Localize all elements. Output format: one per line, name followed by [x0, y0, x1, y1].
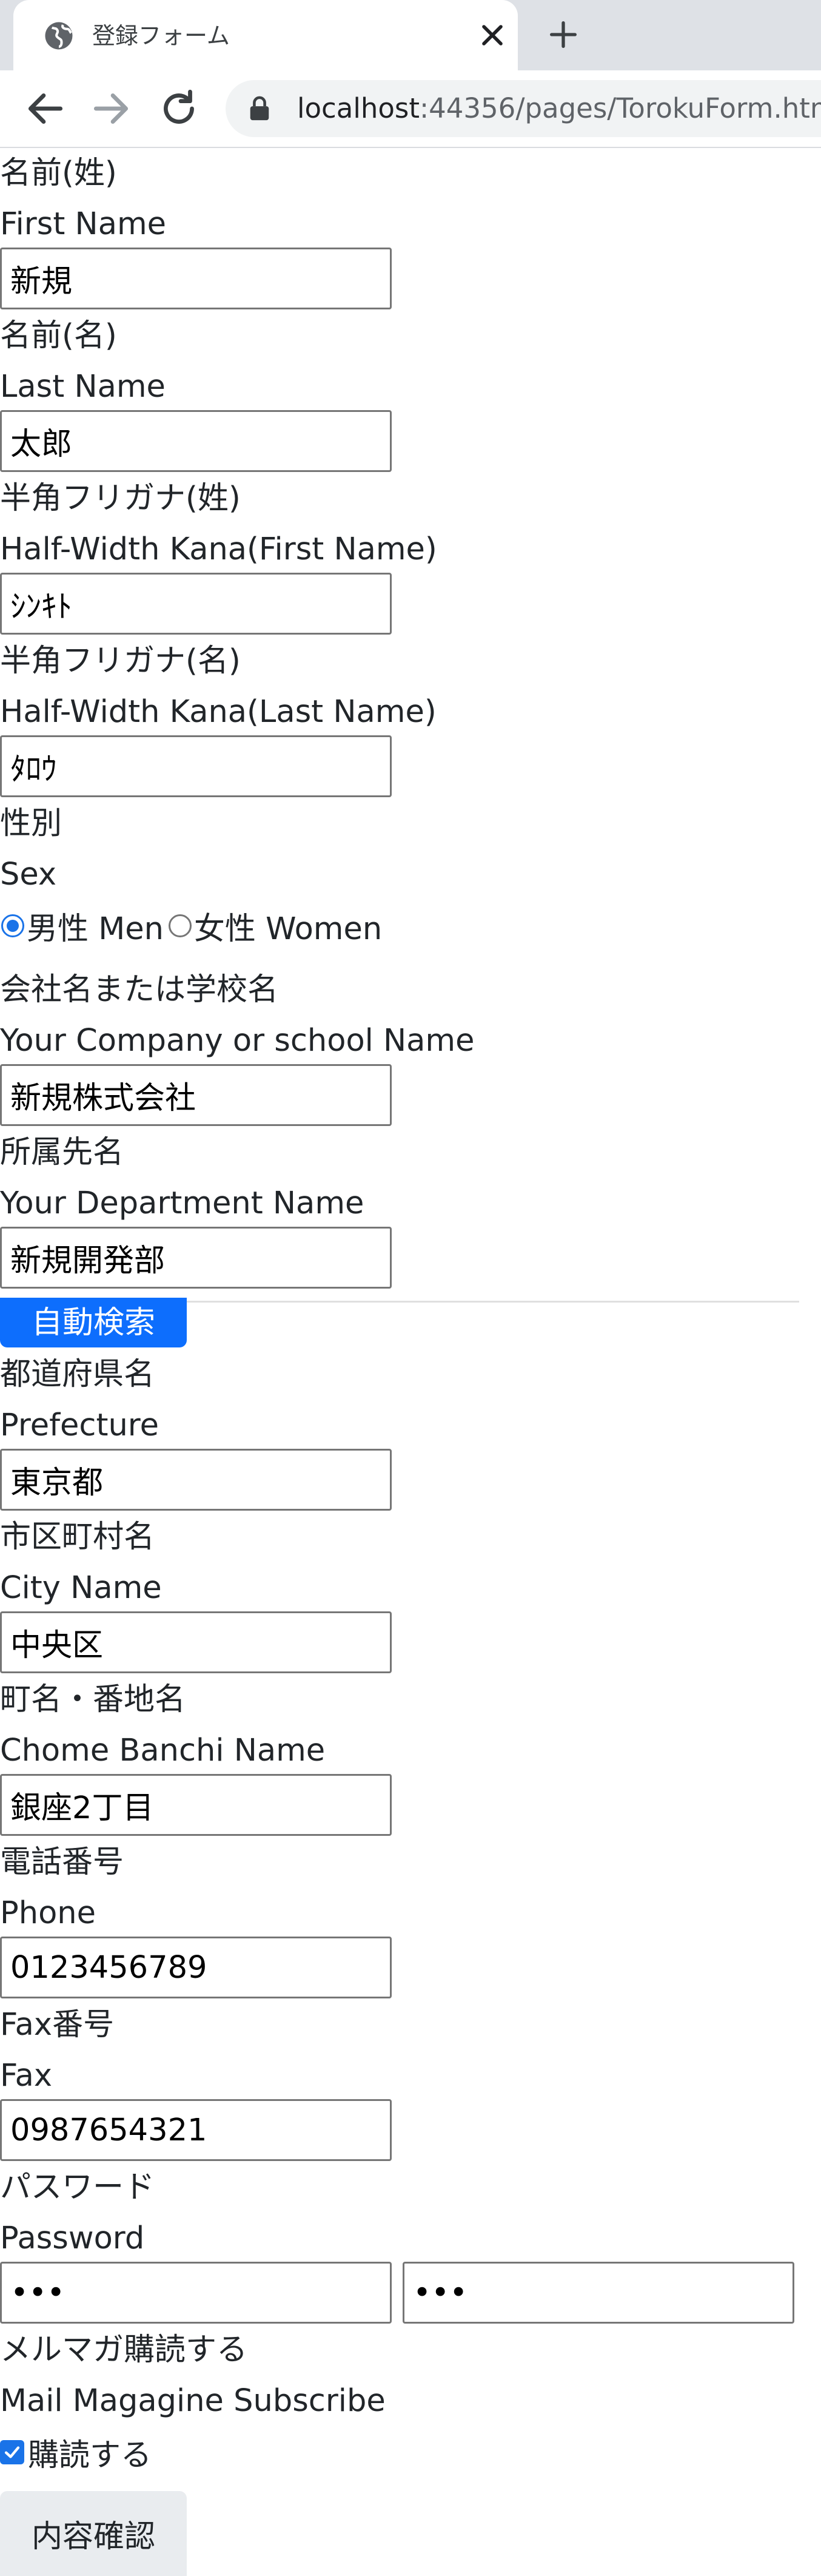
newsletter-label-ja: メルマガ購読する: [0, 2332, 248, 2368]
last-name-label-ja: 名前(名): [0, 318, 117, 354]
department-input[interactable]: [0, 1227, 392, 1289]
close-icon[interactable]: [475, 18, 509, 52]
fax-input[interactable]: [0, 2099, 392, 2161]
kana-first-input[interactable]: [0, 573, 392, 635]
company-label-en: Your Company or school Name: [0, 1023, 475, 1059]
chome-label-ja: 町名・番地名: [0, 1682, 186, 1718]
phone-label-ja: 電話番号: [0, 1844, 124, 1880]
department-label-ja: 所属先名: [0, 1135, 124, 1170]
password-label-ja: パスワード: [0, 2170, 155, 2205]
new-tab-icon[interactable]: [546, 17, 581, 52]
fax-label-ja: Fax番号: [0, 2007, 115, 2043]
fax-label-en: Fax: [0, 2058, 53, 2094]
password-input[interactable]: [0, 2262, 392, 2324]
chome-label-en: Chome Banchi Name: [0, 1733, 326, 1768]
newsletter-checkbox-label: 購読する: [28, 2438, 152, 2473]
newsletter-checkbox-row: 購読する: [0, 2427, 152, 2478]
male-radio[interactable]: [1, 914, 24, 937]
female-radio[interactable]: [168, 914, 192, 937]
tab-title: 登録フォーム: [92, 22, 230, 49]
kana-first-label-ja: 半角フリガナ(姓): [0, 480, 241, 516]
sex-radio-group: 男性 Men 女性 Women: [0, 900, 382, 951]
url-text: localhost:44356/pages/TorokuForm.html: [297, 80, 821, 137]
checkmark-icon: [4, 2446, 20, 2458]
back-arrow-icon[interactable]: [23, 86, 68, 131]
company-label-ja: 会社名または学校名: [0, 972, 279, 1008]
city-label-ja: 市区町村名: [0, 1519, 155, 1555]
first-name-label-ja: 名前(姓): [0, 155, 117, 191]
password-label-en: Password: [0, 2220, 145, 2256]
city-label-en: City Name: [0, 1570, 162, 1606]
phone-input[interactable]: [0, 1937, 392, 1998]
lock-icon: [250, 96, 269, 121]
browser-tab[interactable]: 登録フォーム: [13, 0, 518, 70]
kana-first-label-en: Half-Width Kana(First Name): [0, 531, 437, 567]
address-bar[interactable]: localhost:44356/pages/TorokuForm.html: [226, 80, 821, 137]
globe-icon: [45, 22, 73, 50]
reload-icon[interactable]: [156, 86, 201, 131]
newsletter-checkbox[interactable]: [0, 2440, 24, 2464]
city-input[interactable]: [0, 1611, 392, 1673]
newsletter-label-en: Mail Magagine Subscribe: [0, 2383, 386, 2419]
first-name-label-en: First Name: [0, 206, 167, 242]
chome-input[interactable]: [0, 1774, 392, 1836]
browser-tab-bar: 登録フォーム: [0, 0, 821, 70]
department-label-en: Your Department Name: [0, 1185, 364, 1221]
first-name-input[interactable]: [0, 248, 392, 309]
kana-last-input[interactable]: [0, 735, 392, 797]
password-confirm-input[interactable]: [403, 2262, 794, 2324]
prefecture-label-en: Prefecture: [0, 1408, 159, 1443]
sex-label-ja: 性別: [0, 806, 62, 841]
company-input[interactable]: [0, 1064, 392, 1126]
last-name-label-en: Last Name: [0, 369, 166, 405]
male-radio-label: 男性 Men: [27, 911, 164, 947]
kana-last-label-en: Half-Width Kana(Last Name): [0, 694, 437, 730]
phone-label-en: Phone: [0, 1895, 96, 1931]
last-name-input[interactable]: [0, 410, 392, 472]
kana-last-label-ja: 半角フリガナ(名): [0, 643, 241, 679]
prefecture-input[interactable]: [0, 1449, 392, 1511]
prefecture-label-ja: 都道府県名: [0, 1357, 155, 1392]
female-radio-label: 女性 Women: [193, 911, 383, 947]
sex-label-en: Sex: [0, 857, 57, 892]
browser-toolbar: localhost:44356/pages/TorokuForm.html: [0, 70, 821, 148]
forward-arrow-icon[interactable]: [89, 86, 133, 131]
url-host: localhost: [297, 92, 420, 124]
url-path: :44356/pages/TorokuForm.html: [420, 92, 821, 124]
confirm-button[interactable]: 内容確認: [0, 2491, 187, 2576]
auto-search-button[interactable]: 自動検索: [0, 1298, 187, 1347]
